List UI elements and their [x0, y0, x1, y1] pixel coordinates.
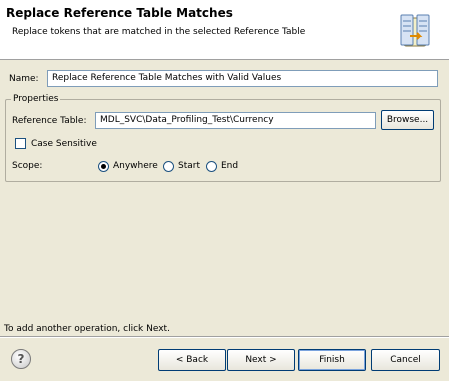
- reference-table-wizard-icon: [400, 14, 430, 47]
- scope-start-radio[interactable]: [163, 161, 174, 172]
- scope-end-radio[interactable]: [206, 161, 217, 172]
- scope-label: Scope:: [12, 161, 43, 171]
- browse-button[interactable]: Browse...: [381, 110, 434, 130]
- finish-button[interactable]: Finish: [298, 349, 366, 371]
- cancel-button[interactable]: Cancel: [371, 349, 440, 371]
- page-description: Replace tokens that are matched in the s…: [12, 27, 306, 37]
- name-input[interactable]: Replace Reference Table Matches with Val…: [47, 70, 438, 87]
- wizard-header: Replace Reference Table Matches Replace …: [0, 0, 449, 60]
- help-icon[interactable]: ?: [11, 349, 31, 369]
- reference-table-label: Reference Table:: [12, 116, 87, 126]
- footer-separator: [0, 336, 449, 338]
- scope-anywhere-label: Anywhere: [113, 161, 158, 171]
- page-title: Replace Reference Table Matches: [6, 6, 233, 20]
- name-label: Name:: [9, 74, 39, 84]
- reference-table-input[interactable]: MDL_SVC\Data_Profiling_Test\Currency: [95, 112, 376, 129]
- scope-end-label: End: [221, 161, 239, 171]
- footer-message: To add another operation, click Next.: [4, 324, 170, 334]
- properties-legend: Properties: [11, 94, 61, 104]
- scope-anywhere-radio[interactable]: [98, 161, 109, 172]
- case-sensitive-checkbox[interactable]: [15, 138, 26, 149]
- back-button[interactable]: < Back: [158, 349, 226, 371]
- scope-start-label: Start: [178, 161, 200, 171]
- next-button[interactable]: Next >: [227, 349, 295, 371]
- case-sensitive-label: Case Sensitive: [31, 139, 97, 149]
